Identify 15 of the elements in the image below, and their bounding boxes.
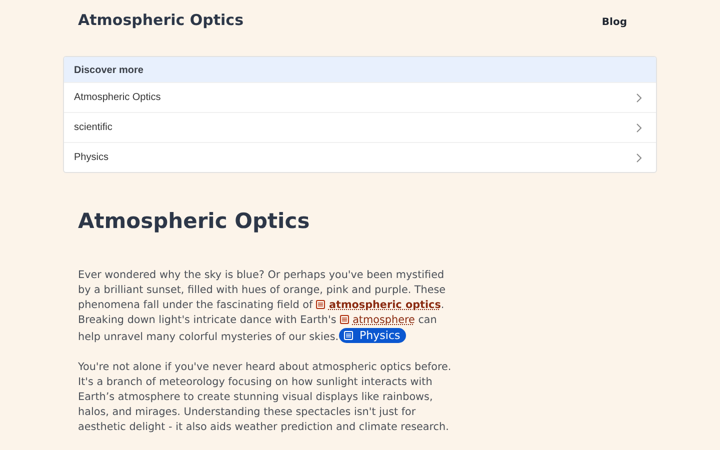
nav-link[interactable]: Blog [602,15,627,30]
chevron-right-icon [636,92,642,102]
discover-item[interactable]: Physics [64,142,656,172]
topic-chip[interactable]: Physics [338,328,406,344]
inline-link[interactable]: atmospheric optics [328,299,441,312]
chevron-right-icon [636,122,642,132]
chevron-right-icon [636,152,642,162]
paragraph: You're not alone if you've never heard about atmospheric optics before. It's a branch of meteorology focusing on how sunlight interacts with Earth’s atmosphere to create stunning visual displays like rainbows, halos, and mirages. Understanding these spectacles isn't just for aesthetic delight - it also aids weather prediction and climate research. [78,360,452,436]
card-header: Discover more [64,57,656,82]
article-title: Atmospheric Optics [78,209,311,234]
discover-item[interactable]: scientific [64,112,656,142]
site-title[interactable]: Atmospheric Optics [78,11,244,29]
inline-link[interactable]: atmosphere [352,314,415,326]
paragraph: Ever wondered why the sky is blue? Or perhaps you've been mystified by a brilliant sunset, filled with hues of orange, pink and purple. These phenomena fall under the fascinating field of atmospheric optics. Breaking down light's intricate dance with Earth's atmosphere can help unravel many colorful mysteries of our skies. Physics [78,268,447,346]
discover-item[interactable]: Atmospheric Optics [64,82,656,112]
